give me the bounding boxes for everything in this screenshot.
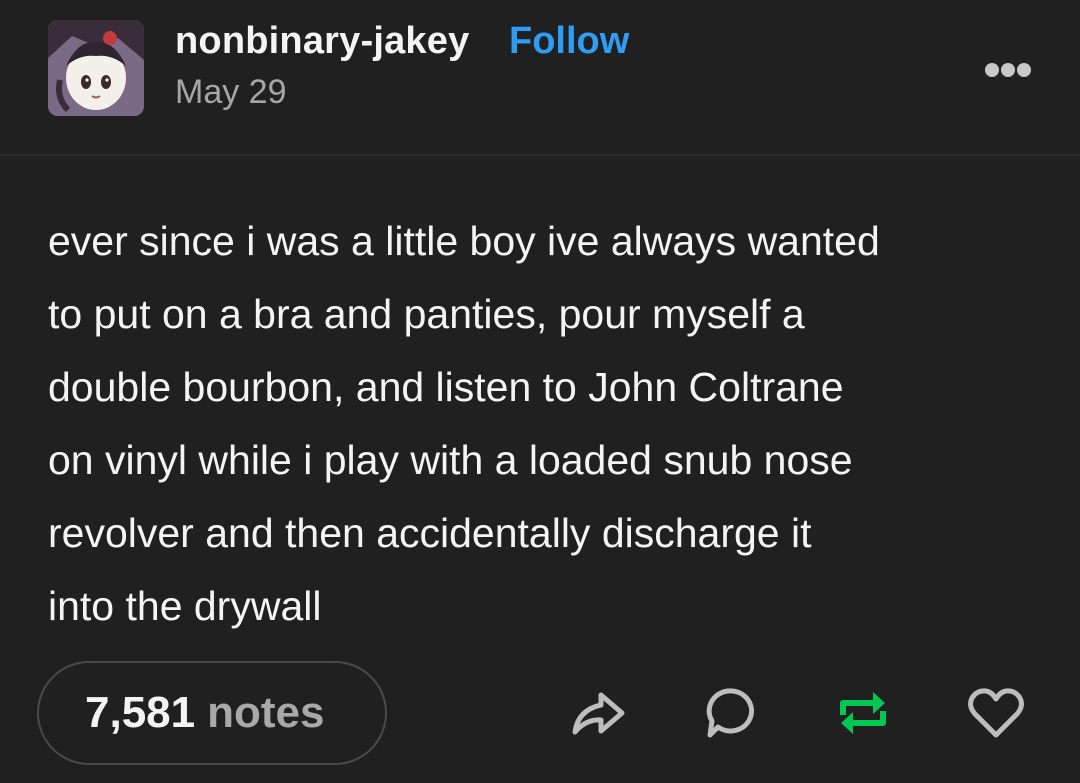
- reply-icon[interactable]: [702, 683, 762, 743]
- post-body-line: on vinyl while i play with a loaded snub…: [48, 437, 853, 483]
- post-body-line: ever since i was a little boy ive always…: [48, 218, 880, 264]
- reblog-icon[interactable]: [833, 683, 893, 743]
- more-options-icon[interactable]: [980, 58, 1036, 82]
- notes-label: notes: [207, 688, 325, 737]
- post-body-line: revolver and then accidentally discharge…: [48, 510, 812, 556]
- share-icon[interactable]: [568, 683, 628, 743]
- post-body-line: into the drywall: [48, 583, 322, 629]
- follow-button[interactable]: Follow: [509, 20, 629, 63]
- notes-button[interactable]: 7,581 notes: [37, 661, 387, 765]
- avatar[interactable]: [48, 20, 144, 116]
- post-author[interactable]: nonbinary-jakey: [175, 20, 469, 63]
- notes-count: 7,581: [85, 688, 196, 737]
- post-body-line: to put on a bra and panties, pour myself…: [48, 291, 805, 337]
- post-body: ever since i was a little boy ive always…: [48, 205, 1038, 643]
- avatar-cartoon-icon: [48, 20, 144, 116]
- post-body-line: double bourbon, and listen to John Coltr…: [48, 364, 844, 410]
- post-header: nonbinary-jakey Follow May 29: [0, 0, 1080, 156]
- post-date: May 29: [175, 73, 287, 111]
- heart-icon[interactable]: [966, 683, 1026, 743]
